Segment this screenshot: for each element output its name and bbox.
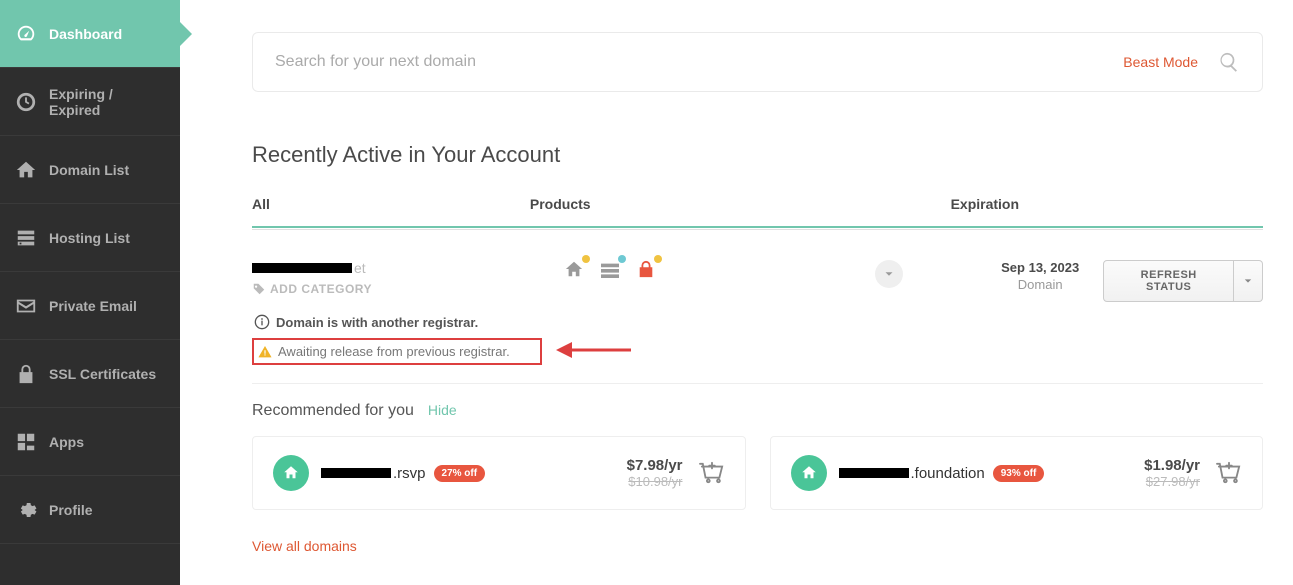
gear-icon <box>15 499 37 521</box>
expiration-info: Sep 13, 2023 Domain <box>977 260 1104 292</box>
apps-icon <box>15 431 37 453</box>
tab-expiration[interactable]: Expiration <box>951 182 1019 226</box>
refresh-dropdown[interactable] <box>1234 260 1263 302</box>
sidebar-label: Expiring / Expired <box>49 86 165 118</box>
search-input[interactable] <box>275 53 1123 71</box>
discount-badge: 93% off <box>993 465 1045 482</box>
domain-icon <box>273 455 309 491</box>
server-product-icon[interactable] <box>599 260 621 278</box>
expiration-date: Sep 13, 2023 <box>977 260 1104 275</box>
ssl-product-icon[interactable] <box>635 260 657 278</box>
gauge-icon <box>15 23 37 45</box>
status-text: Domain is with another registrar. <box>276 315 478 330</box>
recommended-card[interactable]: .rsvp 27% off $7.98/yr $10.98/yr <box>252 436 746 510</box>
sidebar-label: Domain List <box>49 162 129 178</box>
rec-tld: .rsvp <box>393 465 426 482</box>
sidebar-item-dashboard[interactable]: Dashboard <box>0 0 180 68</box>
status-dot <box>618 255 626 263</box>
status-dot <box>654 255 662 263</box>
sidebar-label: Dashboard <box>49 26 122 42</box>
sidebar-label: Profile <box>49 502 93 518</box>
sidebar-label: Private Email <box>49 298 137 314</box>
sidebar-label: Apps <box>49 434 84 450</box>
rec-price: $7.98/yr <box>627 457 683 474</box>
status-row-registrar: Domain is with another registrar. <box>252 314 1263 330</box>
main-content: Beast Mode Recently Active in Your Accou… <box>180 0 1293 585</box>
sidebar-item-apps[interactable]: Apps <box>0 408 180 476</box>
search-icon[interactable] <box>1218 51 1240 73</box>
warning-icon <box>258 345 272 359</box>
domain-name[interactable]: et <box>252 260 563 276</box>
sidebar-item-hostinglist[interactable]: Hosting List <box>0 204 180 272</box>
sidebar: Dashboard Expiring / Expired Domain List… <box>0 0 180 585</box>
domain-row: et ADD CATEGORY <box>252 254 1263 310</box>
expiration-type: Domain <box>977 277 1104 292</box>
rec-orig-price: $27.98/yr <box>1144 474 1200 489</box>
chevron-down-icon <box>882 267 896 281</box>
rec-tld: .foundation <box>911 465 985 482</box>
rec-price: $1.98/yr <box>1144 457 1200 474</box>
hide-link[interactable]: Hide <box>428 402 457 418</box>
lock-icon <box>15 363 37 385</box>
search-bar: Beast Mode <box>252 32 1263 92</box>
divider <box>252 383 1263 384</box>
expand-toggle[interactable] <box>875 260 903 288</box>
info-icon <box>254 314 270 330</box>
cart-icon[interactable] <box>1216 461 1242 485</box>
tag-icon <box>252 282 266 296</box>
tab-products[interactable]: Products <box>530 182 591 226</box>
tabs: All Products Expiration <box>252 182 1263 228</box>
refresh-status-button[interactable]: REFRESH STATUS <box>1103 260 1234 302</box>
sidebar-item-profile[interactable]: Profile <box>0 476 180 544</box>
sidebar-item-privateemail[interactable]: Private Email <box>0 272 180 340</box>
mail-icon <box>15 295 37 317</box>
clock-icon <box>15 91 37 113</box>
sidebar-item-ssl[interactable]: SSL Certificates <box>0 340 180 408</box>
arrow-annotation <box>556 339 631 361</box>
sidebar-label: SSL Certificates <box>49 366 156 382</box>
sidebar-item-domainlist[interactable]: Domain List <box>0 136 180 204</box>
sidebar-item-expiring[interactable]: Expiring / Expired <box>0 68 180 136</box>
redacted-text <box>321 468 391 478</box>
beast-mode-link[interactable]: Beast Mode <box>1123 54 1198 70</box>
highlight-annotation: Awaiting release from previous registrar… <box>252 338 542 365</box>
cart-icon[interactable] <box>699 461 725 485</box>
status-text: Awaiting release from previous registrar… <box>278 344 510 359</box>
redacted-text <box>839 468 909 478</box>
hosting-product-icon[interactable] <box>563 260 585 278</box>
redacted-text <box>252 263 352 273</box>
products-icons <box>563 260 801 278</box>
tab-all[interactable]: All <box>252 182 270 226</box>
domain-icon <box>791 455 827 491</box>
rec-orig-price: $10.98/yr <box>627 474 683 489</box>
domain-tld: et <box>354 260 366 276</box>
server-icon <box>15 227 37 249</box>
add-category-link[interactable]: ADD CATEGORY <box>252 282 563 296</box>
sidebar-label: Hosting List <box>49 230 130 246</box>
home-icon <box>15 159 37 181</box>
recommended-card[interactable]: .foundation 93% off $1.98/yr $27.98/yr <box>770 436 1264 510</box>
status-dot <box>582 255 590 263</box>
recommended-title: Recommended for you <box>252 402 414 420</box>
discount-badge: 27% off <box>434 465 486 482</box>
section-title: Recently Active in Your Account <box>252 142 1263 168</box>
recommended-cards: .rsvp 27% off $7.98/yr $10.98/yr .founda… <box>252 436 1263 510</box>
view-all-domains-link[interactable]: View all domains <box>252 538 357 554</box>
divider <box>252 229 1263 230</box>
caret-down-icon <box>1244 277 1252 285</box>
